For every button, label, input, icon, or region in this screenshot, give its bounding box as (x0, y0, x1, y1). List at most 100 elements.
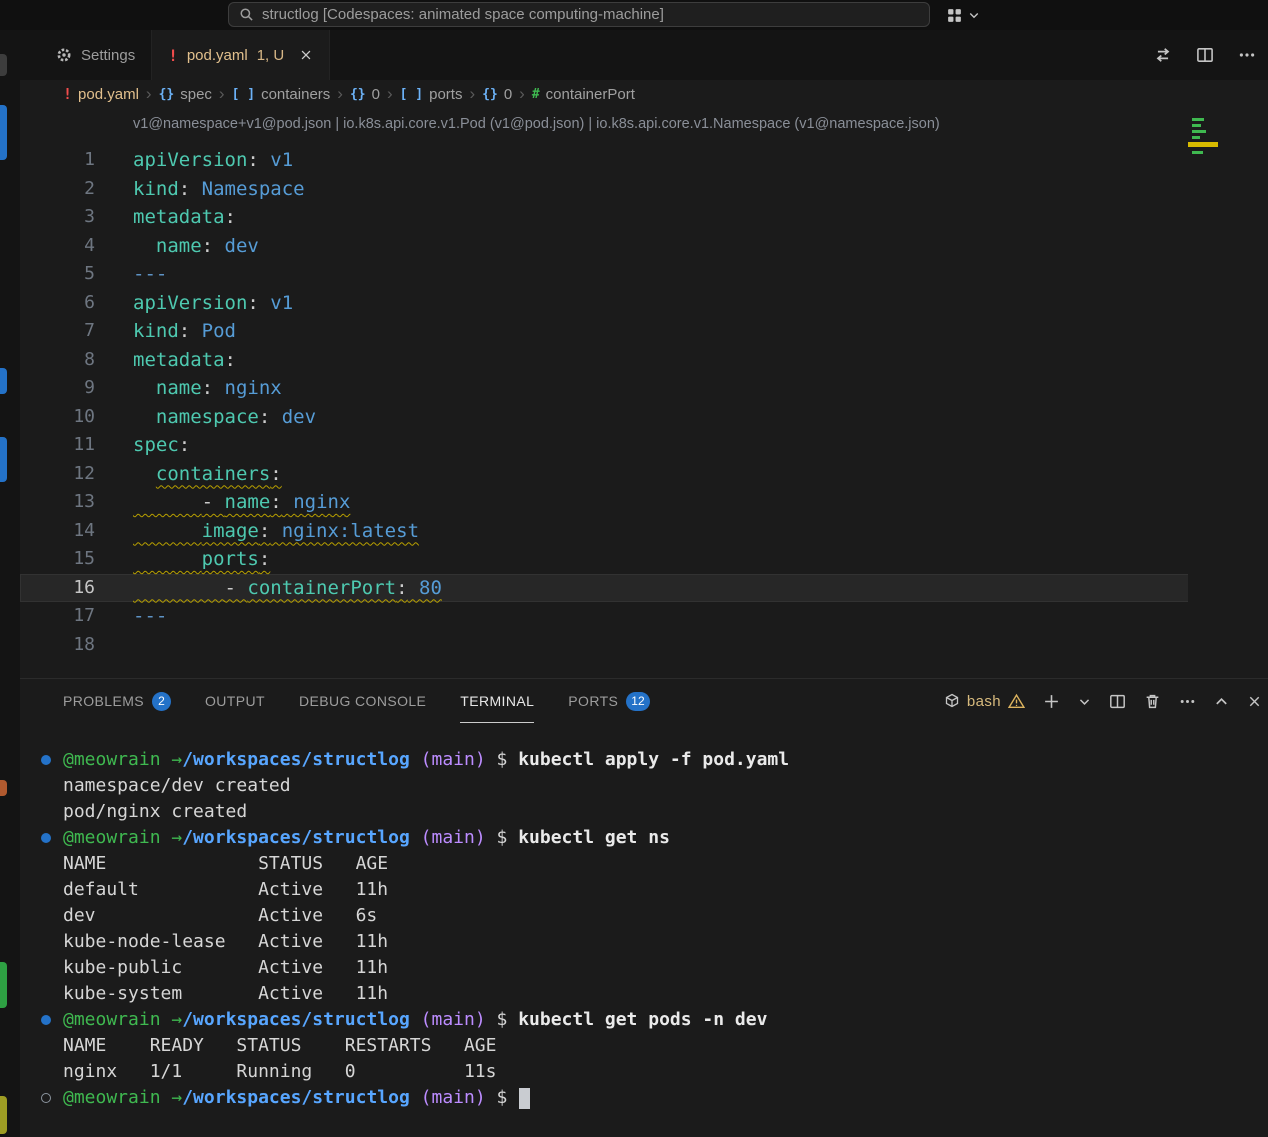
code-line[interactable]: 4 name: dev (20, 232, 1268, 261)
more-actions-icon[interactable] (1238, 46, 1256, 64)
minimap-mark (1192, 136, 1200, 139)
chevron-right-icon: › (337, 84, 343, 104)
code-line[interactable]: 10 namespace: dev (20, 403, 1268, 432)
line-number: 7 (20, 317, 95, 346)
terminal-line: dev Active 6s (63, 903, 1268, 929)
line-number: 14 (20, 517, 95, 546)
codespaces-menu[interactable] (946, 3, 980, 27)
breadcrumb-item[interactable]: {}0 (482, 86, 512, 103)
breadcrumb-label: ports (429, 86, 462, 103)
tab-pod-yaml[interactable]: ! pod.yaml 1, U (152, 30, 330, 80)
close-tab-icon[interactable] (299, 48, 313, 62)
terminal-toolbar: bash (944, 679, 1262, 723)
panel-tab-bar: PROBLEMS2 OUTPUT DEBUG CONSOLE TERMINAL PORT… (20, 679, 1268, 723)
close-panel-icon[interactable] (1247, 694, 1262, 709)
panel-tab-problems[interactable]: PROBLEMS2 (63, 679, 171, 723)
yaml-schema-status[interactable]: v1@namespace+v1@pod.json | io.k8s.api.co… (20, 108, 1268, 140)
panel-tab-label: PORTS (568, 693, 618, 709)
symbol-object-icon: {} (159, 87, 175, 102)
tab-settings[interactable]: Settings (40, 30, 152, 80)
activity-badge (0, 437, 7, 482)
chevron-right-icon: › (146, 84, 152, 104)
symbol-number-icon: # (532, 87, 540, 102)
editor[interactable]: v1@namespace+v1@pod.json | io.k8s.api.co… (20, 108, 1268, 678)
panel-tab-debug-console[interactable]: DEBUG CONSOLE (299, 679, 426, 723)
launch-profile-chevron-icon[interactable] (1078, 695, 1091, 708)
activity-bar[interactable] (0, 30, 20, 1137)
line-number: 18 (20, 631, 95, 660)
breadcrumb-item[interactable]: #containerPort (532, 86, 635, 103)
code-line[interactable]: 3metadata: (20, 203, 1268, 232)
panel-tab-badge: 12 (626, 692, 649, 711)
line-number: 8 (20, 346, 95, 375)
terminal-line: kube-node-lease Active 11h (63, 929, 1268, 955)
command-decoration-icon[interactable] (41, 833, 51, 843)
code-line[interactable]: 15 ports: (20, 545, 1268, 574)
terminal-line: @meowrain →/workspaces/structlog (main) … (63, 747, 1268, 773)
terminal-line: NAME STATUS AGE (63, 851, 1268, 877)
code-line[interactable]: 13 - name: nginx (20, 488, 1268, 517)
shell-label: bash (967, 693, 1001, 710)
breadcrumb-item[interactable]: {}0 (350, 86, 380, 103)
line-number: 10 (20, 403, 95, 432)
breadcrumb-label: spec (180, 86, 212, 103)
warning-icon (1008, 693, 1025, 710)
panel-more-actions-icon[interactable] (1179, 693, 1196, 710)
activity-badge (0, 368, 7, 394)
command-center-text: structlog [Codespaces: animated space co… (262, 6, 664, 23)
command-decoration-icon[interactable] (41, 755, 51, 765)
split-terminal-icon[interactable] (1109, 693, 1126, 710)
terminal-shell-tab[interactable]: bash (944, 693, 1025, 710)
maximize-panel-icon[interactable] (1214, 694, 1229, 709)
chevron-right-icon: › (387, 84, 393, 104)
tab-decoration-badge: 1, U (257, 47, 285, 64)
minimap-mark (1192, 151, 1203, 154)
line-number: 9 (20, 374, 95, 403)
code-line[interactable]: 12 containers: (20, 460, 1268, 489)
panel-tab-ports[interactable]: PORTS 12 (568, 679, 649, 723)
code-line[interactable]: 5--- (20, 260, 1268, 289)
code-line[interactable]: 11spec: (20, 431, 1268, 460)
code-line[interactable]: 6apiVersion: v1 (20, 289, 1268, 318)
panel-tab-output[interactable]: OUTPUT (205, 679, 265, 723)
breadcrumb-item[interactable]: {} spec (159, 86, 212, 103)
code-line[interactable]: 9 name: nginx (20, 374, 1268, 403)
panel-tab-label: TERMINAL (460, 693, 534, 709)
open-changes-icon[interactable] (1154, 46, 1172, 64)
editor-tab-bar: Settings ! pod.yaml 1, U (20, 30, 1268, 80)
command-decoration-icon[interactable] (41, 1015, 51, 1025)
codespaces-icon (946, 7, 963, 24)
code-line[interactable]: 17--- (20, 602, 1268, 631)
breadcrumb-item[interactable]: [ ]ports (400, 86, 463, 103)
chevron-right-icon: › (219, 84, 225, 104)
breadcrumb-item[interactable]: [ ]containers (232, 86, 331, 103)
command-center-search[interactable]: structlog [Codespaces: animated space co… (228, 2, 930, 27)
panel-tab-terminal[interactable]: TERMINAL (460, 679, 534, 723)
kill-terminal-icon[interactable] (1144, 693, 1161, 710)
breadcrumb-item[interactable]: !pod.yaml (63, 85, 139, 103)
code-line[interactable]: 16 - containerPort: 80 (20, 574, 1268, 603)
terminal-line: kube-public Active 11h (63, 955, 1268, 981)
code-line[interactable]: 7kind: Pod (20, 317, 1268, 346)
split-editor-icon[interactable] (1196, 46, 1214, 64)
breadcrumb: !pod.yaml › {} spec › [ ]containers › {}0 › [ ]po… (20, 80, 1268, 108)
code-line[interactable]: 2kind: Namespace (20, 175, 1268, 204)
tab-settings-label: Settings (81, 47, 135, 64)
terminal-line: @meowrain →/workspaces/structlog (main) … (63, 1085, 1268, 1111)
code-line[interactable]: 14 image: nginx:latest (20, 517, 1268, 546)
breadcrumb-label: 0 (372, 86, 380, 103)
code-line[interactable]: 8metadata: (20, 346, 1268, 375)
code-area[interactable]: 1apiVersion: v12kind: Namespace3metadata… (20, 146, 1268, 659)
terminal-content[interactable]: @meowrain →/workspaces/structlog (main) … (20, 723, 1268, 1137)
terminal-line: @meowrain →/workspaces/structlog (main) … (63, 825, 1268, 851)
new-terminal-icon[interactable] (1043, 693, 1060, 710)
breadcrumb-label: 0 (504, 86, 512, 103)
terminal-shell-icon (944, 693, 960, 709)
code-line[interactable]: 18 (20, 631, 1268, 660)
code-line[interactable]: 1apiVersion: v1 (20, 146, 1268, 175)
warning-file-icon: ! (63, 85, 72, 103)
command-decoration-icon[interactable] (41, 1093, 51, 1103)
minimap[interactable] (1188, 108, 1268, 678)
search-icon (239, 7, 254, 22)
activity-badge (0, 780, 7, 796)
